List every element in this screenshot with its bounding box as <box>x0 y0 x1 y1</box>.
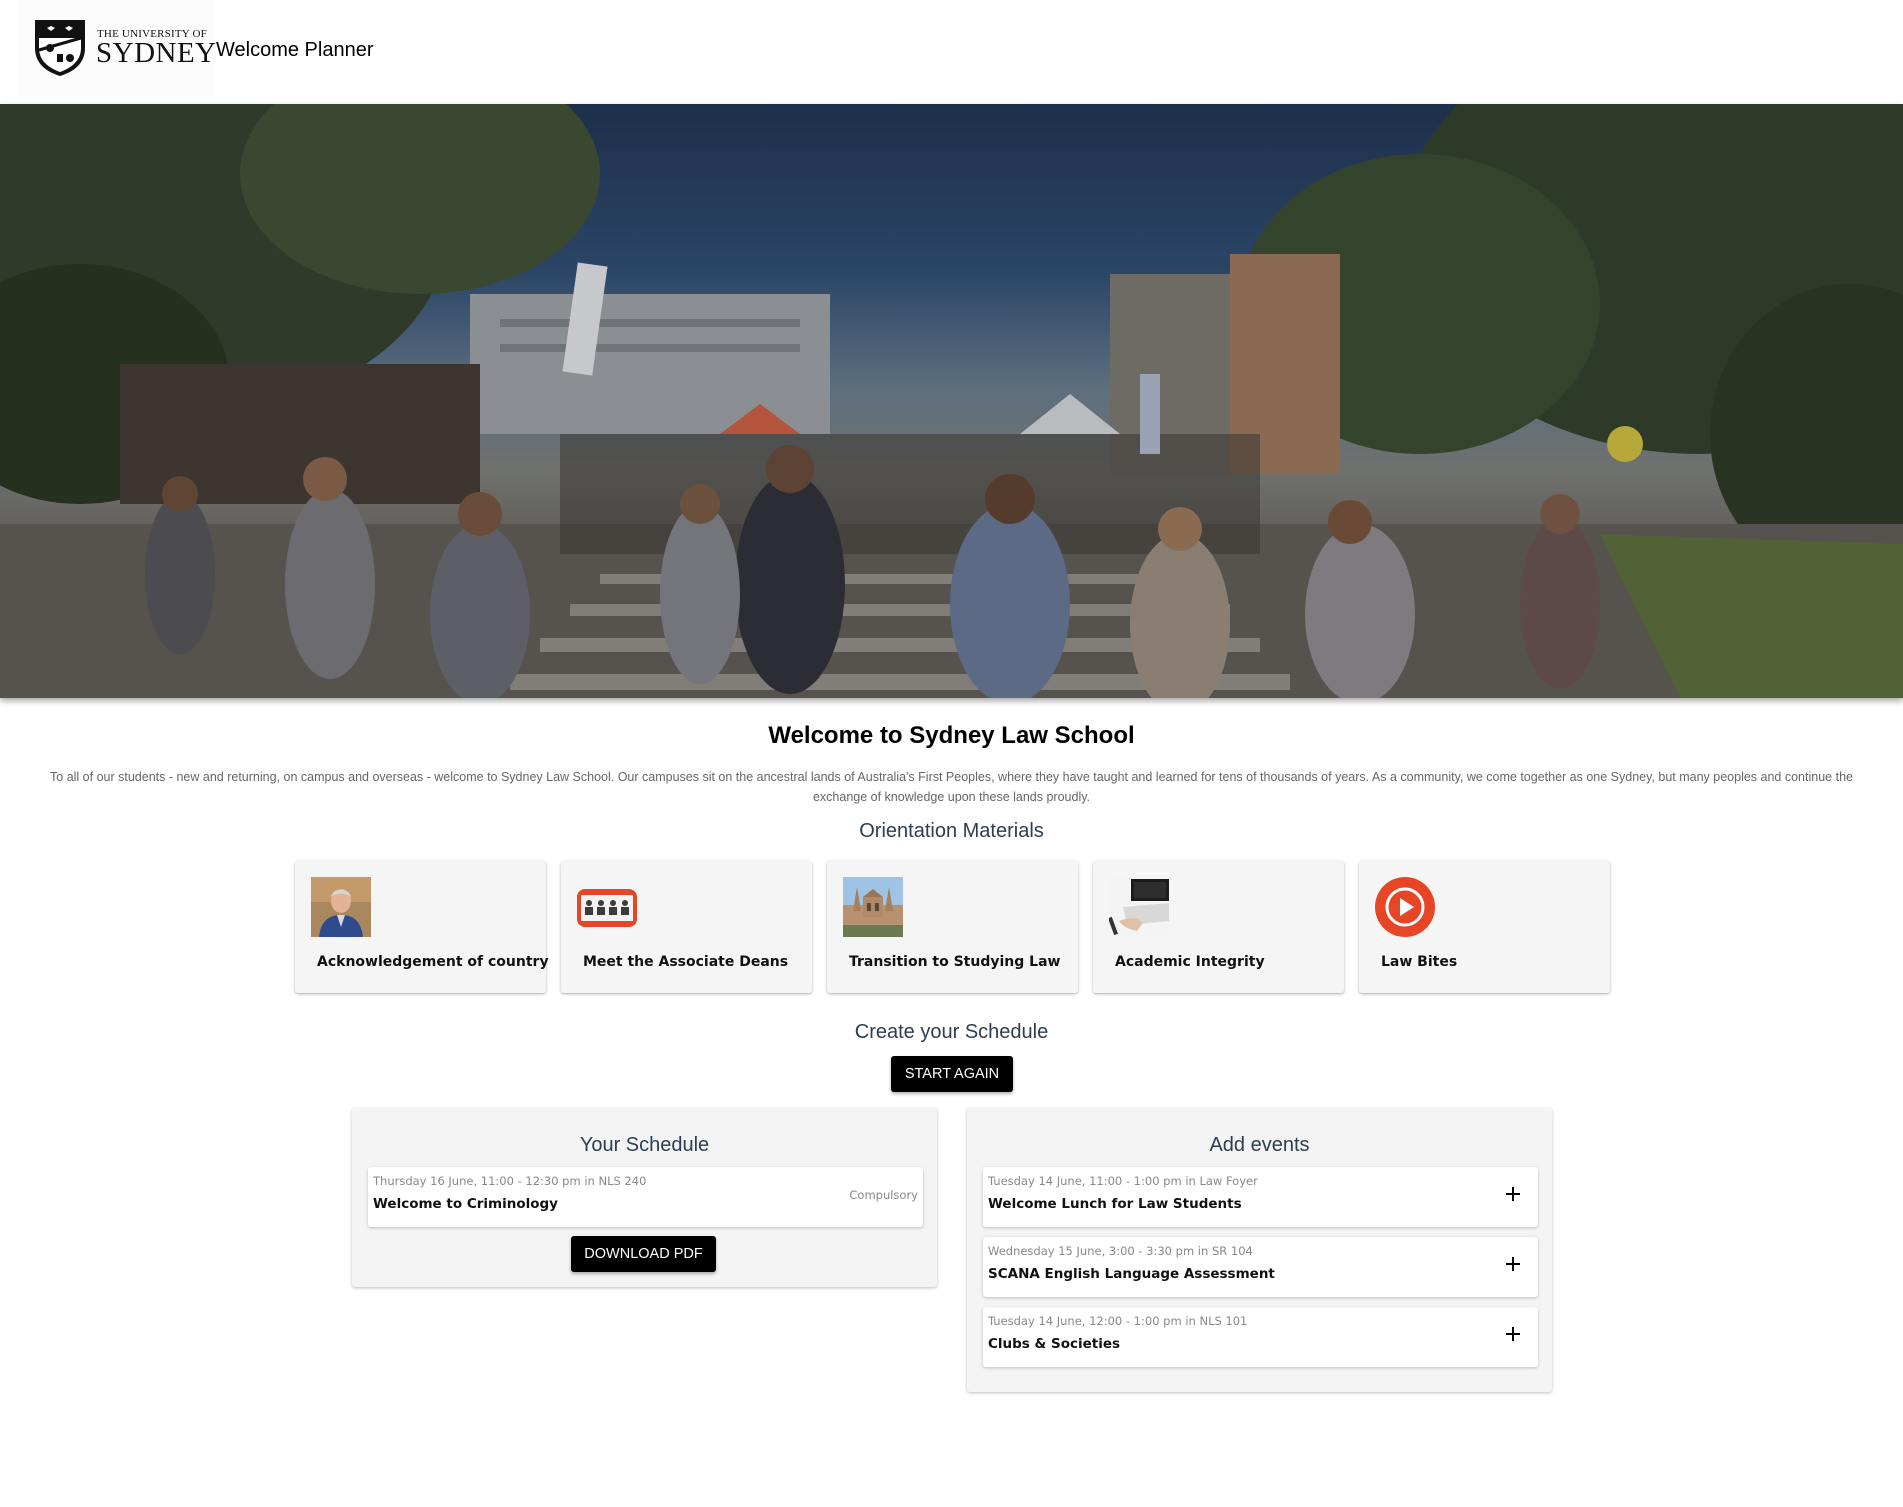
start-again-button[interactable]: START AGAIN <box>891 1056 1013 1092</box>
campus-crowd-illustration <box>0 104 1903 698</box>
university-crest-icon <box>35 20 85 76</box>
event-name: Clubs & Societies <box>988 1336 1121 1352</box>
compulsory-tag: Compulsory <box>849 1188 918 1202</box>
university-logo[interactable]: THE UNIVERSITY OF SYDNEY <box>19 0 216 96</box>
available-event-card: Tuesday 14 June, 12:00 - 1:00 pm in NLS … <box>983 1307 1538 1367</box>
play-circle-icon <box>1375 877 1435 937</box>
event-name: Welcome Lunch for Law Students <box>988 1196 1242 1212</box>
video-call-photo-icon <box>577 877 637 937</box>
orientation-materials-title: Orientation Materials <box>859 820 1044 842</box>
welcome-paragraph: To all of our students - new and returni… <box>50 770 1853 804</box>
card-academic-integrity[interactable]: Academic Integrity <box>1093 861 1344 993</box>
available-event-card: Tuesday 14 June, 11:00 - 1:00 pm in Law … <box>983 1167 1538 1227</box>
card-acknowledgement-of-country[interactable]: Acknowledgement of country <box>295 861 549 993</box>
event-name: SCANA English Language Assessment <box>988 1266 1275 1282</box>
hero-banner-image <box>0 104 1903 698</box>
your-schedule-panel: Your Schedule Thursday 16 June, 11:00 - … <box>352 1108 937 1287</box>
add-events-title: Add events <box>1209 1134 1310 1156</box>
add-event-plus-icon[interactable] <box>1502 1323 1524 1345</box>
card-label: Law Bites <box>1381 954 1458 970</box>
card-meet-the-associate-deans[interactable]: Meet the Associate Deans <box>561 861 812 993</box>
card-label: Academic Integrity <box>1115 954 1265 970</box>
add-event-plus-icon[interactable] <box>1502 1183 1524 1205</box>
card-label: Transition to Studying Law <box>849 954 1061 970</box>
scheduled-event-card: Thursday 16 June, 11:00 - 12:30 pm in NL… <box>368 1167 923 1227</box>
app-title: Welcome Planner <box>216 39 374 61</box>
card-law-bites[interactable]: Law Bites <box>1359 861 1610 993</box>
card-transition-to-studying-law[interactable]: Transition to Studying Law <box>827 861 1078 993</box>
logo-big-text: SYDNEY <box>96 37 217 69</box>
welcome-title: Welcome to Sydney Law School <box>768 722 1135 749</box>
laptop-photo-icon <box>1109 877 1169 937</box>
event-meta: Wednesday 15 June, 3:00 - 3:30 pm in SR … <box>988 1244 1253 1258</box>
event-meta: Tuesday 14 June, 12:00 - 1:00 pm in NLS … <box>988 1314 1248 1328</box>
your-schedule-title: Your Schedule <box>579 1134 710 1156</box>
available-event-card: Wednesday 15 June, 3:00 - 3:30 pm in SR … <box>983 1237 1538 1297</box>
download-pdf-button[interactable]: DOWNLOAD PDF <box>571 1236 716 1272</box>
event-name: Welcome to Criminology <box>373 1196 558 1212</box>
portrait-photo-icon <box>311 877 371 937</box>
card-label: Meet the Associate Deans <box>583 954 789 970</box>
building-photo-icon <box>843 877 903 937</box>
add-event-plus-icon[interactable] <box>1502 1253 1524 1275</box>
event-meta: Thursday 16 June, 11:00 - 12:30 pm in NL… <box>373 1174 647 1188</box>
event-meta: Tuesday 14 June, 11:00 - 1:00 pm in Law … <box>988 1174 1258 1188</box>
card-label: Acknowledgement of country <box>317 954 549 970</box>
create-schedule-title: Create your Schedule <box>854 1021 1049 1043</box>
add-events-panel: Add events Tuesday 14 June, 11:00 - 1:00… <box>967 1108 1552 1392</box>
top-header: THE UNIVERSITY OF SYDNEY Welcome Planner <box>0 0 1903 104</box>
